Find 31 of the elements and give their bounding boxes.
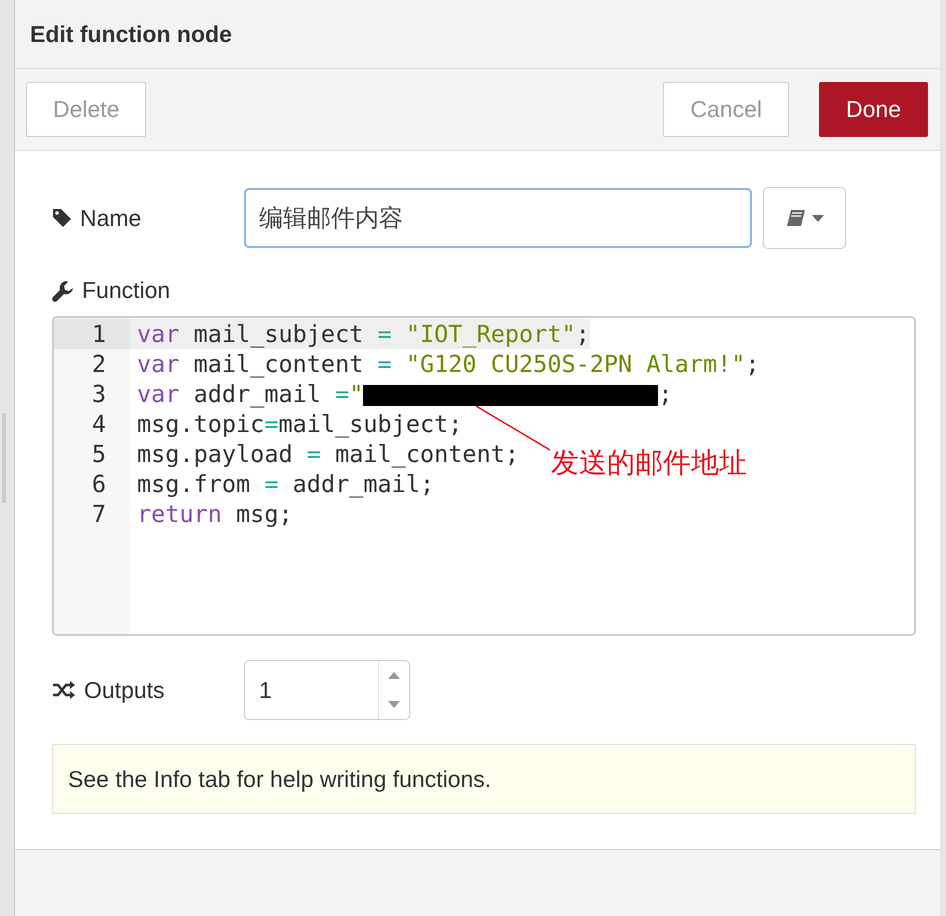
line-number: 6 bbox=[90, 469, 107, 499]
line-number: 7 bbox=[90, 499, 107, 529]
tag-icon bbox=[52, 208, 72, 228]
field-label: Outputs bbox=[84, 676, 165, 704]
library-button[interactable] bbox=[763, 187, 846, 249]
shuffle-icon bbox=[52, 680, 76, 700]
dialog-title: Edit function node bbox=[30, 20, 232, 48]
outputs-spinner[interactable]: 1 bbox=[244, 660, 410, 720]
line-number: 1 bbox=[54, 319, 130, 349]
code-line: msg.payload = mail_content; bbox=[136, 439, 520, 469]
line-number: 3 bbox=[90, 379, 107, 409]
field-label: Function bbox=[82, 277, 170, 304]
done-button[interactable]: Done bbox=[819, 82, 928, 137]
field-label: Name bbox=[80, 204, 142, 232]
book-icon bbox=[786, 209, 806, 227]
line-number: 2 bbox=[90, 349, 107, 379]
caret-icon bbox=[812, 214, 824, 222]
wrench-icon bbox=[52, 280, 74, 302]
help-tip: See the Info tab for help writing functions. bbox=[52, 744, 916, 814]
code-line: msg.topic=mail_subject; bbox=[136, 409, 462, 439]
annotation-text: 发送的邮件地址 bbox=[551, 445, 747, 481]
line-number: 4 bbox=[90, 409, 107, 439]
code-line: var addr_mail =" ; bbox=[136, 379, 673, 409]
code-line: return msg; bbox=[136, 499, 293, 529]
line-number: 5 bbox=[90, 439, 107, 469]
down-arrow-icon[interactable] bbox=[388, 701, 400, 708]
name-field[interactable]: 编辑邮件内容 bbox=[244, 188, 752, 248]
code-editor[interactable] bbox=[52, 316, 916, 636]
up-arrow-icon[interactable] bbox=[388, 672, 400, 679]
code-line: msg.from = addr_mail; bbox=[136, 469, 434, 499]
code-line: var mail_content = "G120 CU250S-2PN Alarm!"; bbox=[136, 349, 760, 379]
